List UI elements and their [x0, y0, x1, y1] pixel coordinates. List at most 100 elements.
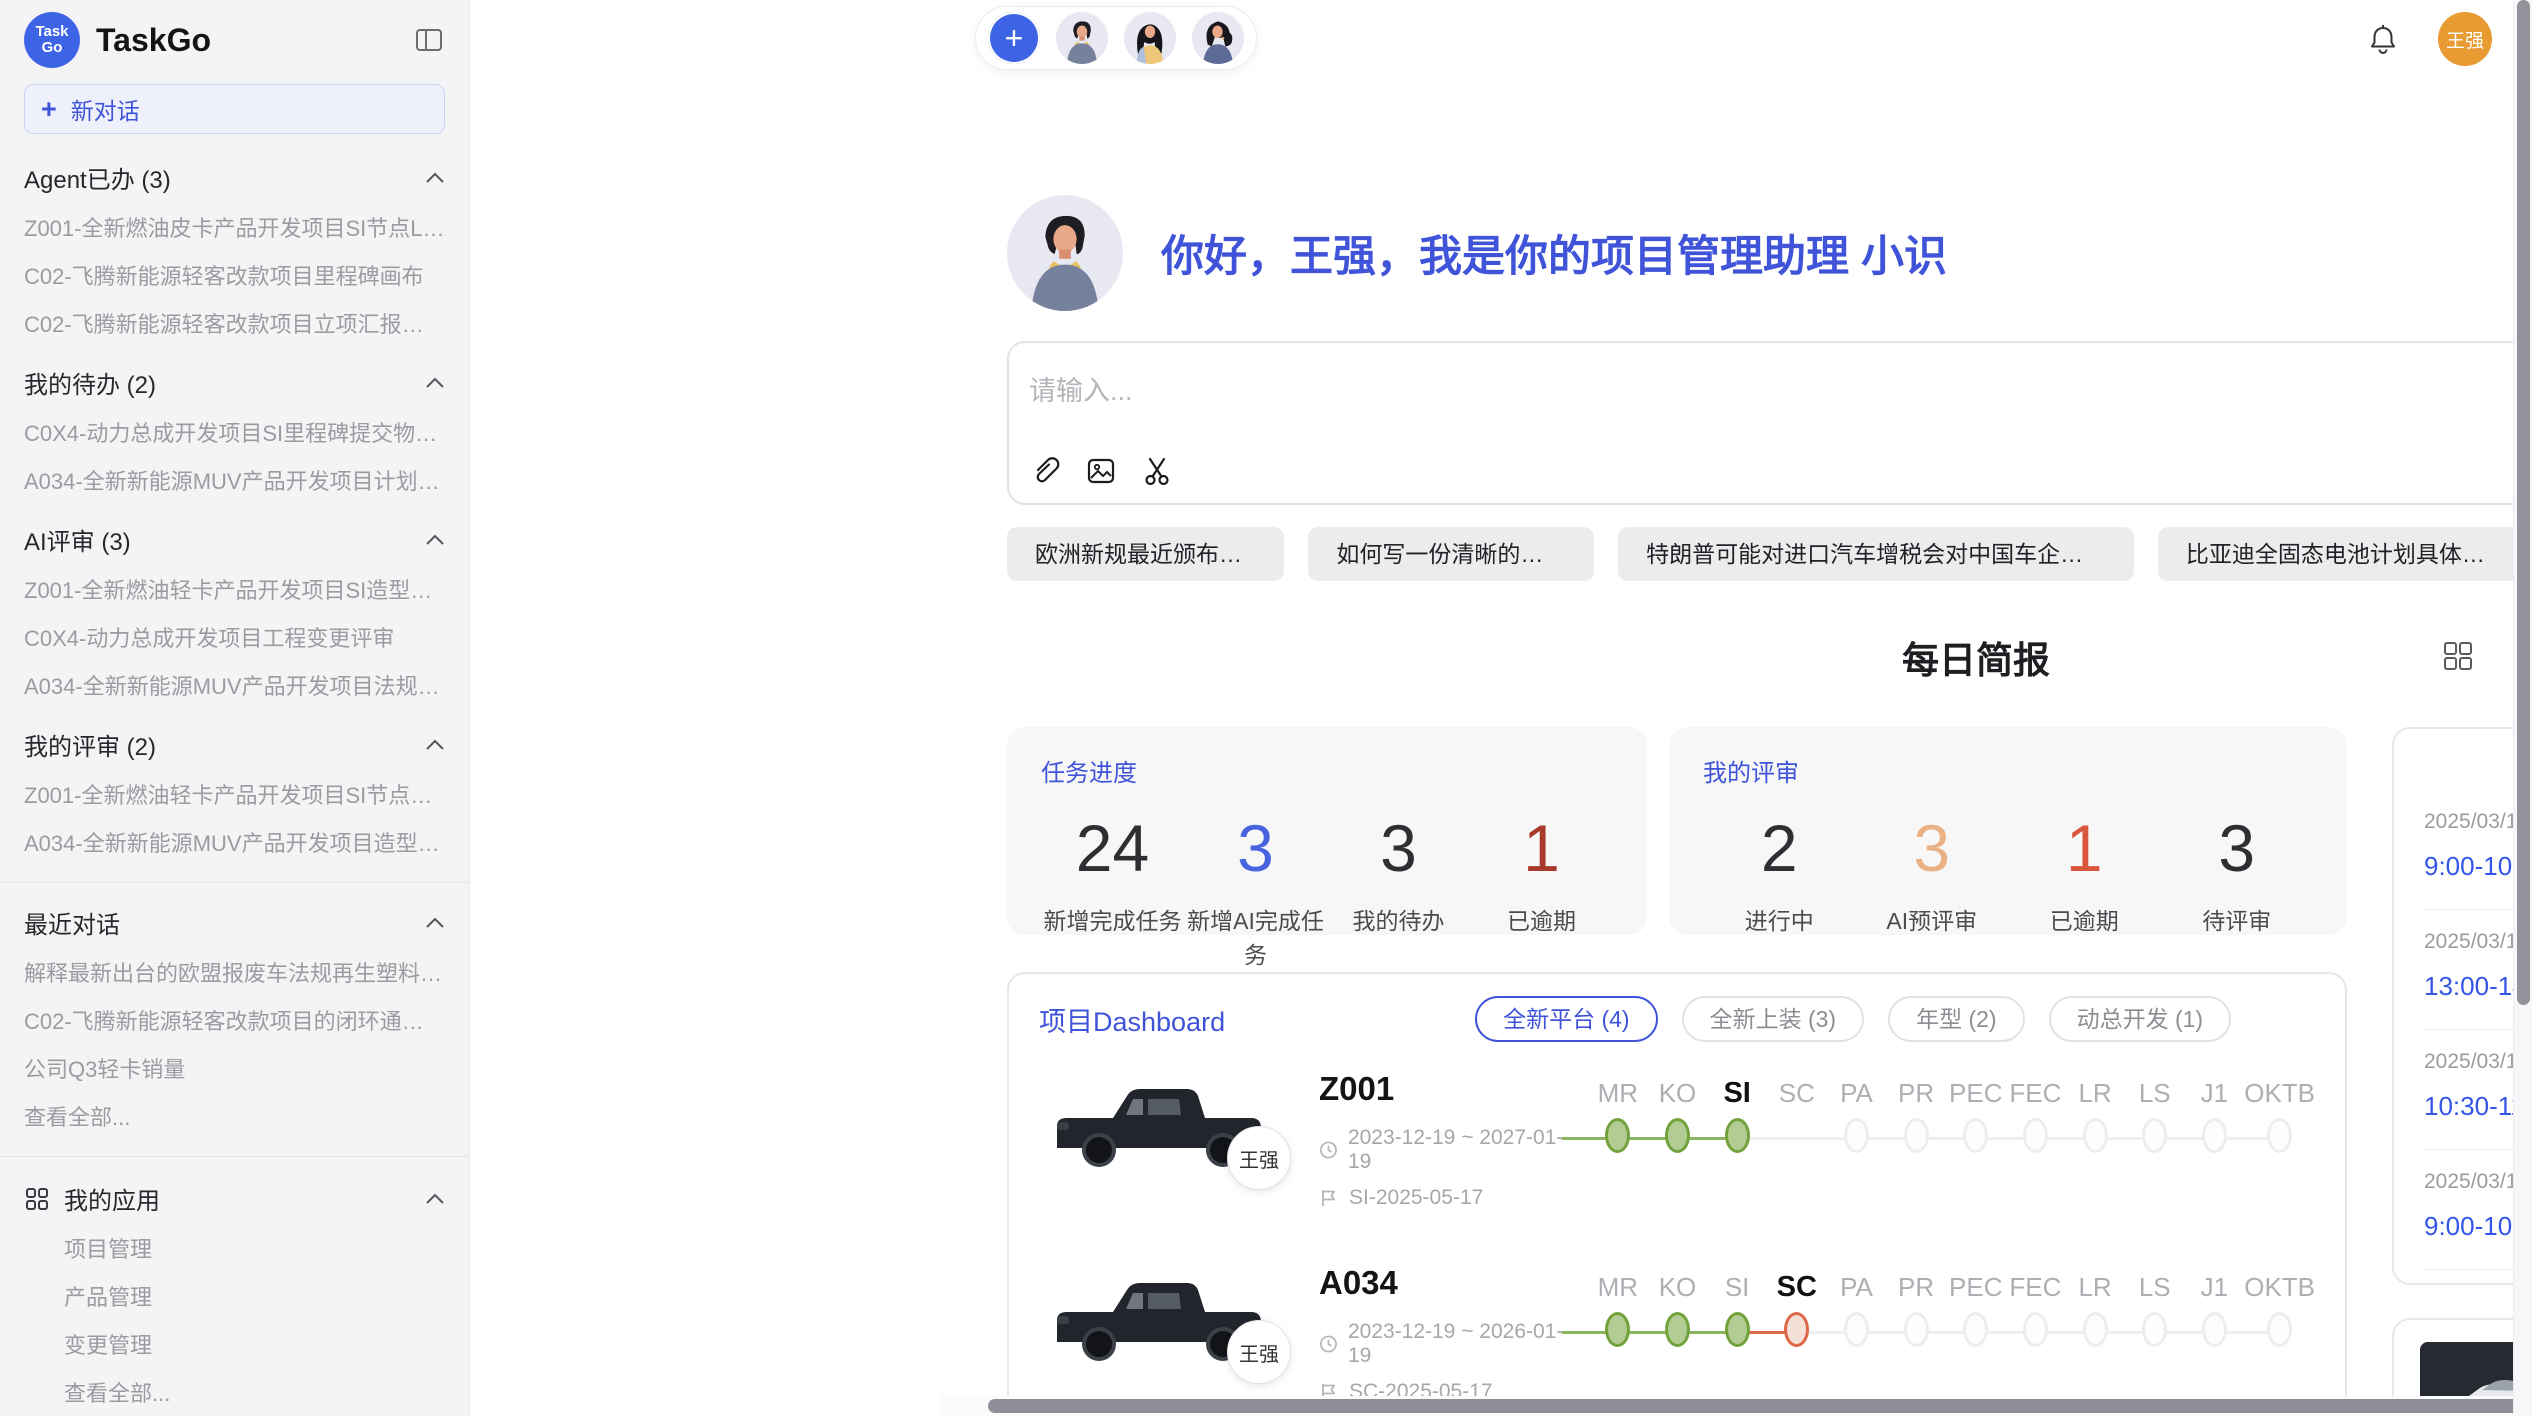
project-dashboard-card: 项目Dashboard 全新平台 (4) 全新上装 (3) 年型 (2) 动总开…: [1007, 972, 2347, 1416]
list-item[interactable]: 公司Q3轻卡销量: [24, 1052, 445, 1084]
stat-value: 3: [1856, 810, 2009, 886]
chevron-up-icon[interactable]: [425, 376, 445, 390]
milestone-label: OKTB: [2244, 1266, 2315, 1308]
layout-grid-icon[interactable]: [2440, 638, 2476, 674]
list-item[interactable]: 解释最新出台的欧盟报废车法规再生塑料比例被调至15%...: [24, 956, 445, 988]
list-item[interactable]: C02-飞腾新能源轻客改款项目里程碑画布: [24, 259, 445, 291]
list-item[interactable]: A034-全新新能源MUV产品开发项目法规符合性评审: [24, 669, 445, 701]
chevron-up-icon[interactable]: [425, 916, 445, 930]
tab-powertrain[interactable]: 动总开发 (1): [2049, 996, 2232, 1042]
milestone-dot: [2023, 1312, 2048, 1347]
list-item[interactable]: Z001-全新燃油轻卡产品开发项目SI造型提交物评审: [24, 573, 445, 605]
logo-text-bottom: Go: [42, 40, 63, 56]
stat-label: 新增AI完成任务: [1184, 902, 1327, 970]
milestone-mr: MR: [1588, 1072, 1648, 1162]
project-flag-text: SI-2025-05-17: [1349, 1186, 1483, 1210]
app-item-project-mgmt[interactable]: 项目管理: [64, 1232, 445, 1264]
vertical-scrollbar-thumb[interactable]: [2517, 0, 2530, 1005]
horizontal-scrollbar-thumb[interactable]: [988, 1399, 2532, 1413]
avatar[interactable]: [1192, 12, 1244, 64]
project-flag: SI-2025-05-17: [1319, 1186, 1574, 1210]
section-ai-review[interactable]: AI评审 (3): [24, 522, 445, 557]
stat-overdue: 1 已逾期: [1470, 810, 1613, 970]
dashboard-title: 项目Dashboard: [1039, 1000, 1225, 1039]
list-item[interactable]: Z001-全新燃油轻卡产品开发项目SI节点属性5D文件评审: [24, 778, 445, 810]
section-my-review[interactable]: 我的评审 (2): [24, 727, 445, 762]
apps-grid-icon: [24, 1186, 50, 1212]
sidebar-collapse-icon[interactable]: [413, 24, 445, 56]
milestone-label: KO: [1648, 1072, 1708, 1114]
table-row[interactable]: 王强 A034 2023-12-19 ~ 2026-01-19 SC-2025-…: [1039, 1264, 2315, 1404]
milestone-dot: [1963, 1118, 1988, 1153]
chevron-up-icon[interactable]: [425, 738, 445, 752]
section-my-todo[interactable]: 我的待办 (2): [24, 365, 445, 400]
chevron-up-icon[interactable]: [425, 171, 445, 185]
assistant-avatar: [1007, 195, 1123, 311]
chevron-up-icon[interactable]: [425, 533, 445, 547]
chevron-up-icon[interactable]: [425, 1192, 445, 1206]
view-all-chats-link[interactable]: 查看全部...: [24, 1100, 445, 1132]
tab-new-body[interactable]: 全新上装 (3): [1682, 996, 1865, 1042]
plus-icon: +: [41, 96, 57, 123]
list-item[interactable]: A034-全新新能源MUV产品开发项目计划变更表编写: [24, 464, 445, 496]
app-item-change-mgmt[interactable]: 变更管理: [64, 1328, 445, 1360]
person-avatar-icon: [1192, 12, 1244, 64]
suggestion-chip[interactable]: 比亚迪全固态电池计划具体说了什么: [2158, 527, 2520, 581]
my-apps-label: 我的应用: [64, 1181, 160, 1216]
attachment-icon[interactable]: [1029, 455, 1061, 487]
schedule-panel: 日程 2025/03/11 9:00-10:00 C001-立项审批会 加入 2…: [2392, 727, 2532, 1285]
add-session-button[interactable]: +: [988, 12, 1040, 64]
owner-badge: 王强: [1227, 1126, 1291, 1190]
dashboard-tabs: 全新平台 (4) 全新上装 (3) 年型 (2) 动总开发 (1): [1475, 996, 2231, 1042]
milestone-dot: [1784, 1312, 1809, 1347]
milestone-dot: [1605, 1118, 1630, 1153]
list-item[interactable]: C02-飞腾新能源轻客改款项目立项汇报方案: [24, 307, 445, 339]
project-image: 王强: [1047, 1070, 1269, 1174]
list-item[interactable]: C0X4-动力总成开发项目SI里程碑提交物检查: [24, 416, 445, 448]
table-row[interactable]: 王强 Z001 2023-12-19 ~ 2027-01-19 SI-2025-…: [1039, 1070, 2315, 1210]
sidebar-header: Task Go TaskGo: [24, 12, 445, 68]
stats-row: 任务进度 24 新增完成任务 3 新增AI完成任务 3 我的待办 1 已逾期: [1007, 727, 2347, 935]
view-all-apps-link[interactable]: 查看全部...: [64, 1376, 445, 1408]
scissors-icon[interactable]: [1141, 455, 1173, 487]
chat-input-box[interactable]: 请输入...: [1007, 341, 2532, 505]
topbar-right: 王强: [2366, 12, 2492, 66]
milestone-dot: [2083, 1312, 2108, 1347]
milestone-label: SI: [1707, 1072, 1767, 1114]
list-item[interactable]: A034-全新新能源MUV产品开发项目造型可行性评审: [24, 826, 445, 858]
user-avatar[interactable]: 王强: [2438, 12, 2492, 66]
suggestion-chip[interactable]: 如何写一份清晰的项目周报: [1308, 527, 1594, 581]
app-title: TaskGo: [96, 22, 397, 59]
list-item[interactable]: C02-飞腾新能源轻客改款项目的闭环通告反馈情况: [24, 1004, 445, 1036]
milestone-j1: J1: [2185, 1266, 2245, 1356]
new-chat-button[interactable]: + 新对话: [24, 84, 445, 134]
my-review-grid: 2 进行中 3 AI预评审 1 已逾期 3 待评审: [1703, 810, 2313, 936]
project-image: 王强: [1047, 1264, 1269, 1368]
milestone-oktb: OKTB: [2244, 1072, 2315, 1162]
my-apps-header[interactable]: 我的应用: [24, 1181, 445, 1216]
image-upload-icon[interactable]: [1085, 455, 1117, 487]
milestone-pec: PEC: [1946, 1266, 2006, 1356]
notification-bell-icon[interactable]: [2366, 23, 2400, 55]
avatar[interactable]: [1056, 12, 1108, 64]
app-item-product-mgmt[interactable]: 产品管理: [64, 1280, 445, 1312]
tab-model-year[interactable]: 年型 (2): [1888, 996, 2025, 1042]
divider: [0, 1156, 469, 1157]
milestone-label: LS: [2125, 1072, 2185, 1114]
suggestion-chip[interactable]: 特朗普可能对进口汽车增税会对中国车企造成哪些影响: [1618, 527, 2134, 581]
suggestion-chip[interactable]: 欧洲新规最近颁布了什么?: [1007, 527, 1284, 581]
milestone-label: KO: [1648, 1266, 1708, 1308]
milestone-ls: LS: [2125, 1266, 2185, 1356]
stat-value: 2: [1703, 810, 1856, 886]
milestone-dot: [1605, 1312, 1630, 1347]
milestone-label: SC: [1767, 1072, 1827, 1114]
milestone-track: MRKOSISCPAPRPECFECLRLSJ1OKTB: [1588, 1070, 2315, 1162]
milestone-dot: [1725, 1118, 1750, 1153]
milestone-label: PEC: [1946, 1266, 2006, 1308]
tab-new-platform[interactable]: 全新平台 (4): [1475, 996, 1658, 1042]
section-agent-done[interactable]: Agent已办 (3): [24, 160, 445, 195]
list-item[interactable]: Z001-全新燃油皮卡产品开发项目SI节点Lesson Learn报告: [24, 211, 445, 243]
avatar[interactable]: [1124, 12, 1176, 64]
list-item[interactable]: C0X4-动力总成开发项目工程变更评审: [24, 621, 445, 653]
section-recent-chats[interactable]: 最近对话: [24, 905, 445, 940]
